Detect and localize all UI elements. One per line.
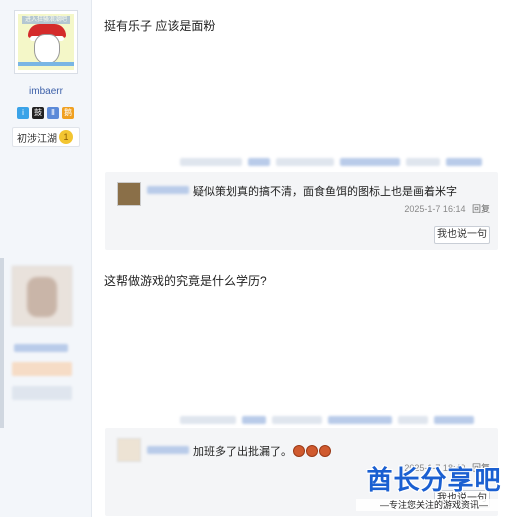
badge-icon[interactable]: 鹅 (62, 107, 74, 119)
rank-label: 初涉江湖 (17, 133, 57, 145)
say-something-button[interactable]: 我也说一句 (434, 226, 490, 244)
avatar[interactable] (12, 266, 72, 326)
post-content: 这帮做游戏的究竟是什么学历? (104, 274, 267, 288)
badge-icon[interactable]: i (17, 107, 29, 119)
badge-icon[interactable]: 鼓 (32, 107, 44, 119)
angry-face-icon (306, 445, 318, 457)
author-sidebar (0, 258, 92, 517)
angry-face-icon (319, 445, 331, 457)
reply-username[interactable] (147, 446, 189, 454)
reply-time: 2025-1-7 16:14 (404, 204, 466, 214)
reply-thread: 疑似策划真的搞不清，面食鱼饵的图标上也是画着米字 2025-1-7 16:14 … (105, 172, 498, 250)
post-content: 挺有乐子 应该是面粉 (104, 19, 216, 33)
angry-face-icon (293, 445, 305, 457)
user-badges: i 鼓 Ⅱ 鹅 (17, 107, 74, 119)
username-link[interactable]: imbaerr (0, 86, 92, 97)
avatar[interactable]: 进入狂骚浪潮吧 (14, 10, 78, 74)
user-badges (12, 362, 72, 376)
reply-avatar[interactable] (117, 182, 141, 206)
user-rank: 初涉江湖 1 (12, 127, 80, 147)
avatar-caption: 进入狂骚浪潮吧 (22, 16, 70, 24)
badge-icon[interactable]: Ⅱ (47, 107, 59, 119)
watermark-title: 酋长分享吧 (366, 466, 502, 496)
reply-avatar[interactable] (117, 438, 141, 462)
reply-meta: 2025-1-7 16:14 回复 (404, 202, 490, 215)
reply-username[interactable] (147, 186, 189, 194)
post-footer-blurred (180, 416, 474, 424)
level-star-icon: 1 (59, 130, 73, 144)
post-footer-blurred (180, 158, 482, 166)
reply-link[interactable]: 回复 (472, 204, 490, 214)
meme-face-icon (34, 34, 60, 64)
author-sidebar: 进入狂骚浪潮吧 imbaerr i 鼓 Ⅱ 鹅 初涉江湖 1 (0, 0, 92, 258)
post-1: 进入狂骚浪潮吧 imbaerr i 鼓 Ⅱ 鹅 初涉江湖 1 挺有乐子 应该是面… (0, 0, 512, 258)
watermark-subtitle: —专注您关注的游戏资讯— (356, 499, 512, 511)
user-rank (12, 386, 72, 400)
site-watermark: 酋长分享吧 —专注您关注的游戏资讯— (356, 466, 512, 517)
reply-text: 疑似策划真的搞不清，面食鱼饵的图标上也是画着米字 (193, 186, 457, 198)
reply-text: 加班多了出批漏了。 (193, 443, 331, 459)
username-link[interactable] (14, 344, 68, 352)
